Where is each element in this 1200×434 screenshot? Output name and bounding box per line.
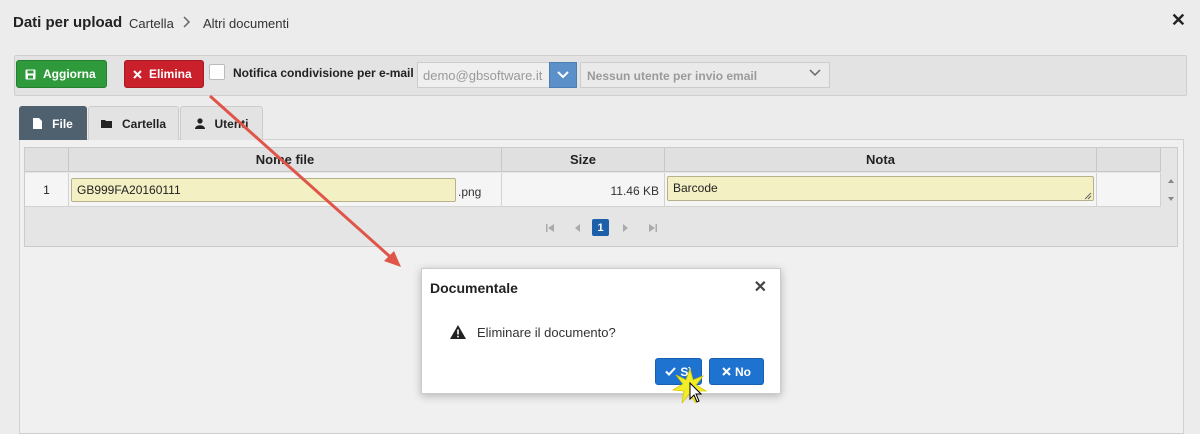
chevron-right-icon bbox=[183, 16, 191, 28]
no-button-label: No bbox=[735, 364, 751, 379]
note-textarea[interactable]: Barcode bbox=[667, 176, 1094, 201]
user-select[interactable]: Nessun utente per invio email bbox=[580, 62, 830, 88]
close-icon[interactable]: ✕ bbox=[754, 277, 767, 297]
delete-button[interactable]: Elimina bbox=[124, 60, 204, 88]
vertical-scrollbar[interactable] bbox=[1164, 175, 1178, 205]
update-button[interactable]: Aggiorna bbox=[16, 60, 107, 88]
tab-cartella[interactable]: Cartella bbox=[88, 106, 179, 140]
breadcrumb-cartella[interactable]: Cartella bbox=[129, 16, 174, 31]
email-dropdown-button[interactable] bbox=[549, 62, 577, 88]
column-header-rownum bbox=[25, 148, 69, 172]
column-header-size[interactable]: Size bbox=[502, 148, 665, 172]
column-header-note[interactable]: Nota bbox=[665, 148, 1097, 172]
last-page-icon[interactable] bbox=[646, 220, 660, 236]
folder-icon bbox=[100, 119, 112, 128]
resize-handle-icon[interactable] bbox=[1084, 192, 1092, 200]
dialog-title: Documentale bbox=[430, 280, 518, 296]
check-icon bbox=[665, 367, 677, 376]
yes-button-label: Sì bbox=[680, 364, 692, 379]
breadcrumb-altri-documenti: Altri documenti bbox=[203, 16, 289, 31]
notify-checkbox[interactable] bbox=[209, 64, 225, 80]
notify-checkbox-label: Notifica condivisione per e-mail bbox=[233, 66, 414, 80]
row-number: 1 bbox=[25, 173, 69, 207]
user-icon bbox=[194, 118, 205, 129]
warning-icon bbox=[450, 325, 466, 339]
filename-extension: .png bbox=[458, 185, 482, 199]
column-header-filename[interactable]: Nome file bbox=[69, 148, 502, 172]
column-header-spacer bbox=[1097, 148, 1161, 172]
no-button[interactable]: No bbox=[709, 358, 764, 385]
tab-file-label: File bbox=[52, 116, 73, 131]
user-select-placeholder: Nessun utente per invio email bbox=[587, 69, 758, 83]
page-number-current[interactable]: 1 bbox=[592, 219, 609, 236]
window-title: Dati per upload bbox=[13, 14, 123, 31]
tab-utenti-label: Utenti bbox=[214, 116, 249, 131]
tab-cartella-label: Cartella bbox=[121, 116, 167, 131]
chevron-down-icon bbox=[809, 69, 821, 77]
next-page-icon[interactable] bbox=[618, 220, 632, 236]
close-icon[interactable]: ✕ bbox=[1171, 10, 1186, 31]
save-icon bbox=[25, 69, 36, 80]
email-field[interactable]: demo@gbsoftware.it bbox=[417, 62, 550, 88]
tab-utenti[interactable]: Utenti bbox=[180, 106, 263, 140]
dialog-message: Eliminare il documento? bbox=[477, 325, 616, 340]
tab-file[interactable]: File bbox=[19, 106, 87, 140]
x-icon bbox=[722, 367, 731, 376]
x-icon bbox=[133, 69, 142, 79]
yes-button[interactable]: Sì bbox=[655, 358, 702, 385]
chevron-down-icon bbox=[557, 71, 569, 79]
prev-page-icon[interactable] bbox=[571, 220, 585, 236]
window-header: Dati per upload Cartella Altri documenti… bbox=[0, 0, 1200, 44]
file-size: 11.46 KB bbox=[610, 184, 659, 198]
update-button-label: Aggiorna bbox=[43, 67, 96, 81]
confirm-dialog: Documentale ✕ Eliminare il documento? Sì… bbox=[421, 268, 781, 394]
filename-input[interactable]: GB999FA20160111 bbox=[71, 178, 456, 202]
file-grid: Nome file Size Nota 1 GB999FA20160111 .p… bbox=[24, 147, 1178, 247]
file-icon bbox=[33, 118, 43, 129]
delete-button-label: Elimina bbox=[149, 67, 192, 81]
table-cell-spacer bbox=[1097, 173, 1161, 207]
first-page-icon[interactable] bbox=[543, 220, 557, 236]
